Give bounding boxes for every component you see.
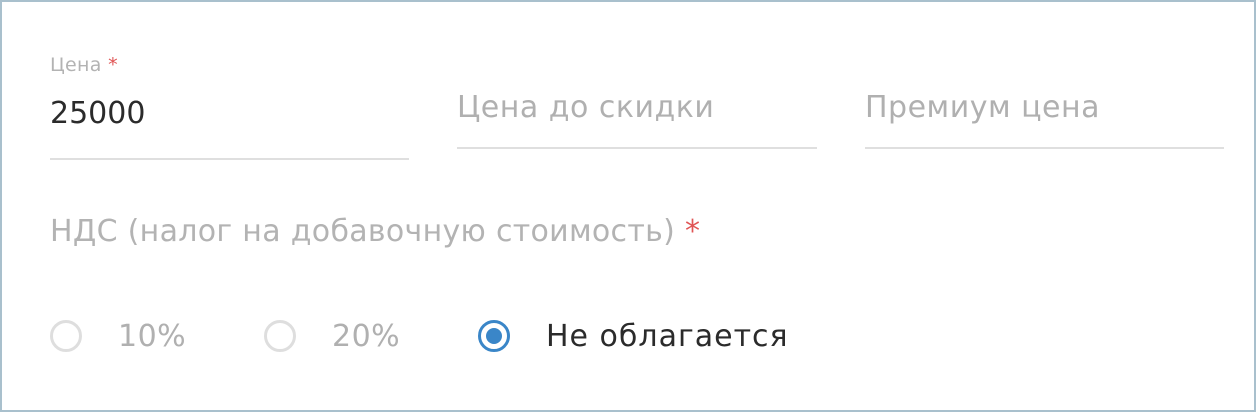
price-field[interactable]: Цена * 25000 xyxy=(50,54,409,162)
vat-option-20-label[interactable]: 20% xyxy=(332,319,400,354)
price-before-discount-field[interactable]: Цена до скидки xyxy=(457,90,817,152)
vat-label-text: НДС (налог на добавочную стоимость) xyxy=(50,214,676,249)
radio-unchecked-icon[interactable] xyxy=(264,320,296,352)
radio-unchecked-icon[interactable] xyxy=(50,320,82,352)
price-before-discount-input[interactable]: Цена до скидки xyxy=(457,90,714,125)
vat-option-exempt[interactable]: Не облагается xyxy=(478,318,789,354)
price-before-discount-underline xyxy=(457,147,817,149)
price-label: Цена * xyxy=(50,54,118,76)
vat-required-mark: * xyxy=(684,214,701,249)
price-label-text: Цена xyxy=(50,54,102,76)
radio-checked-icon[interactable] xyxy=(478,320,510,352)
vat-option-10-label[interactable]: 10% xyxy=(118,319,186,354)
price-underline xyxy=(50,158,409,160)
vat-label: НДС (налог на добавочную стоимость) * xyxy=(50,214,700,249)
vat-option-10[interactable]: 10% xyxy=(50,318,186,354)
vat-option-20[interactable]: 20% xyxy=(264,318,400,354)
price-required-mark: * xyxy=(108,54,118,76)
price-input[interactable]: 25000 xyxy=(50,96,145,131)
vat-option-exempt-label[interactable]: Не облагается xyxy=(546,319,789,354)
premium-price-input[interactable]: Премиум цена xyxy=(865,90,1100,125)
premium-price-field[interactable]: Премиум цена xyxy=(865,90,1224,152)
price-form-panel: Цена * 25000 Цена до скидки Премиум цена… xyxy=(0,0,1256,412)
premium-price-underline xyxy=(865,147,1224,149)
